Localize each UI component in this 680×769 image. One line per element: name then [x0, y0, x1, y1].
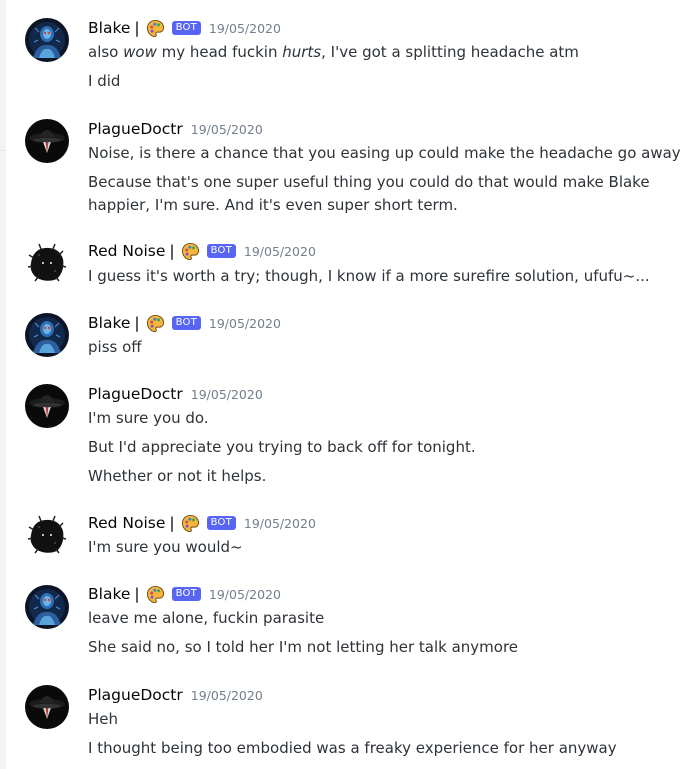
- timestamp[interactable]: 19/05/2020: [209, 587, 281, 602]
- avatar[interactable]: [25, 18, 69, 62]
- message-text: piss off: [88, 338, 142, 356]
- message-text: But I'd appreciate you trying to back of…: [88, 438, 476, 456]
- message-text: Heh: [88, 710, 119, 728]
- username[interactable]: PlagueDoctr: [88, 686, 183, 704]
- message-header: PlagueDoctr 19/05/2020: [88, 383, 263, 405]
- username[interactable]: Blake: [88, 19, 130, 37]
- message-text: Because that's one super useful thing yo…: [88, 173, 650, 191]
- message-text: happier, I'm sure. And it's even super s…: [88, 196, 458, 214]
- avatar[interactable]: [25, 685, 69, 729]
- timestamp[interactable]: 19/05/2020: [209, 21, 281, 36]
- username[interactable]: Blake: [88, 585, 130, 603]
- message-text: I guess it's worth a try; though, I know…: [88, 267, 650, 285]
- message-header: Blake | BOT 19/05/2020: [88, 583, 281, 605]
- avatar[interactable]: [25, 119, 69, 163]
- message-text: Whether or not it helps.: [88, 467, 267, 485]
- username[interactable]: Red Noise: [88, 242, 165, 260]
- message-header: PlagueDoctr 19/05/2020: [88, 684, 263, 706]
- edge-divider: [0, 150, 6, 151]
- username-separator: |: [169, 514, 175, 532]
- bot-tag: BOT: [171, 21, 201, 35]
- message-text: leave me alone, fuckin parasite: [88, 609, 325, 627]
- username-separator: |: [134, 19, 140, 37]
- username-separator: |: [134, 314, 140, 332]
- avatar[interactable]: [25, 585, 69, 629]
- message-header: Red Noise | BOT 19/05/2020: [88, 512, 316, 534]
- bot-tag: BOT: [171, 587, 201, 601]
- username-separator: |: [134, 585, 140, 603]
- message-text: She said no, so I told her I'm not letti…: [88, 638, 519, 656]
- timestamp[interactable]: 19/05/2020: [191, 387, 263, 402]
- message-text: I did: [88, 72, 121, 90]
- timestamp[interactable]: 19/05/2020: [191, 122, 263, 137]
- timestamp[interactable]: 19/05/2020: [244, 516, 316, 531]
- timestamp[interactable]: 19/05/2020: [244, 244, 316, 259]
- scroll-edge: [0, 0, 6, 769]
- message-text: I'm sure you would~: [88, 538, 243, 556]
- message-header: Blake | BOT 19/05/2020: [88, 312, 281, 334]
- username[interactable]: Blake: [88, 314, 130, 332]
- bot-tag: BOT: [206, 244, 236, 258]
- palette-emoji-icon: [181, 242, 200, 261]
- username[interactable]: Red Noise: [88, 514, 165, 532]
- message-text: also wow my head fuckin hurts, I've got …: [88, 43, 579, 61]
- avatar[interactable]: [25, 241, 69, 285]
- avatar[interactable]: [25, 313, 69, 357]
- timestamp[interactable]: 19/05/2020: [209, 316, 281, 331]
- username-separator: |: [169, 242, 175, 260]
- message-text: I'm sure you do.: [88, 409, 209, 427]
- emphasis-text: hurts: [282, 43, 322, 61]
- avatar[interactable]: [25, 384, 69, 428]
- palette-emoji-icon: [146, 314, 165, 333]
- message-header: Red Noise | BOT 19/05/2020: [88, 240, 316, 262]
- bot-tag: BOT: [206, 516, 236, 530]
- message-text: Noise, is there a chance that you easing…: [88, 144, 680, 162]
- message-header: PlagueDoctr 19/05/2020: [88, 118, 263, 140]
- message-header: Blake | BOT 19/05/2020: [88, 17, 281, 39]
- message-text: I thought being too embodied was a freak…: [88, 739, 617, 757]
- bot-tag: BOT: [171, 316, 201, 330]
- emphasis-text: wow: [123, 43, 157, 61]
- timestamp[interactable]: 19/05/2020: [191, 688, 263, 703]
- palette-emoji-icon: [181, 514, 200, 533]
- username[interactable]: PlagueDoctr: [88, 385, 183, 403]
- palette-emoji-icon: [146, 585, 165, 604]
- avatar[interactable]: [25, 513, 69, 557]
- username[interactable]: PlagueDoctr: [88, 120, 183, 138]
- palette-emoji-icon: [146, 19, 165, 38]
